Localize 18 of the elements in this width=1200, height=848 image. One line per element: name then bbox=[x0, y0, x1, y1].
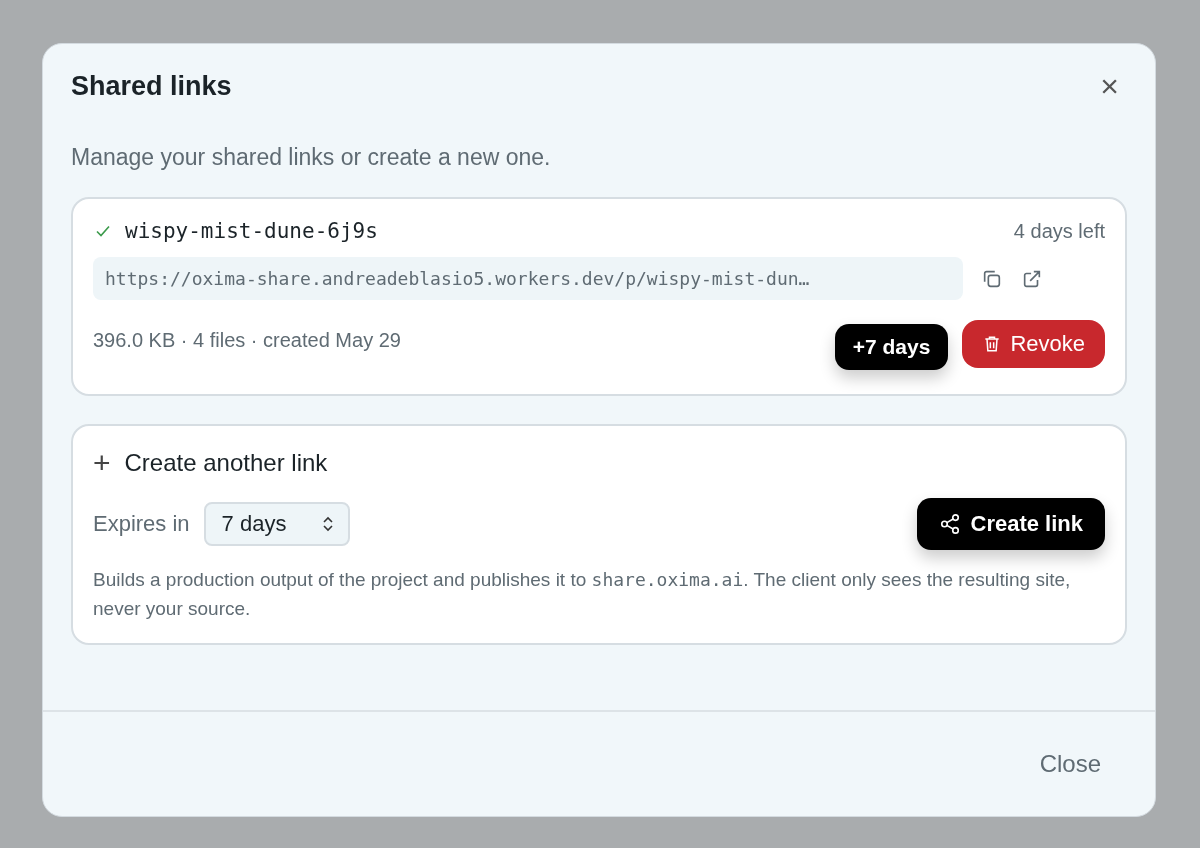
plus-icon: + bbox=[93, 446, 111, 480]
revoke-button[interactable]: Revoke bbox=[962, 320, 1105, 368]
time-remaining: 4 days left bbox=[1013, 219, 1105, 243]
close-button[interactable]: Close bbox=[1033, 749, 1107, 779]
dialog-title: Shared links bbox=[71, 70, 232, 102]
extend-button[interactable]: +7 days bbox=[834, 324, 949, 370]
chevron-updown-icon bbox=[322, 516, 335, 532]
link-name: wispy-mist-dune-6j9s bbox=[125, 219, 378, 243]
link-details: 396.0 KB · 4 files · created May 29 bbox=[93, 328, 401, 352]
url-field[interactable]: https://oxima-share.andreadeblasio5.workers.dev/p/wispy-mist-dun… bbox=[93, 257, 963, 300]
share-icon bbox=[938, 513, 961, 535]
dialog-subtitle: Manage your shared links or create a new one. bbox=[71, 144, 552, 171]
section-title: Create another link bbox=[124, 449, 328, 477]
expires-label: Expires in bbox=[93, 511, 190, 537]
create-link-button[interactable]: Create link bbox=[916, 498, 1105, 550]
close-button[interactable]: × bbox=[1100, 70, 1119, 102]
description-text: Builds a production output of the project and publishes it to share.oxima.ai. The client only sees the resulting site, never your source. bbox=[93, 568, 1072, 621]
expiry-select[interactable]: 7 days bbox=[203, 502, 351, 546]
